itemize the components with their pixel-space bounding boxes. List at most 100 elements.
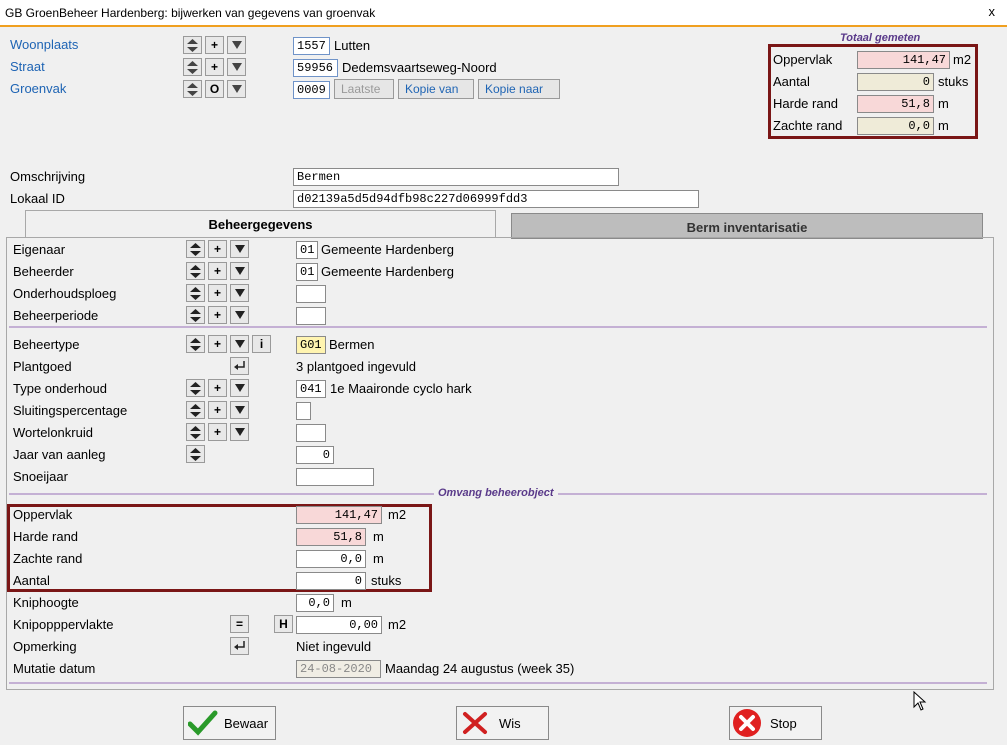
beheerder-code-field[interactable]: 01: [296, 263, 318, 281]
eigenaar-code-field[interactable]: 01: [296, 241, 318, 259]
sluitingspercentage-label: Sluitingspercentage: [13, 403, 128, 418]
groenvak-label[interactable]: Groenvak: [10, 81, 66, 96]
omvang-harde-rand-value[interactable]: 51,8: [296, 528, 366, 546]
omvang-zachte-rand-value[interactable]: 0,0: [296, 550, 366, 568]
tab-berm-inventarisatie[interactable]: Berm inventarisatie: [511, 213, 983, 239]
plus-icon: +: [213, 403, 221, 417]
wortelonkruid-dropdown-button[interactable]: [230, 423, 249, 441]
jaar-van-aanleg-spin-button[interactable]: [186, 445, 205, 463]
laatste-button[interactable]: Laatste: [334, 79, 394, 99]
x-cross-icon: [463, 712, 487, 734]
omvang-oppervlak-value[interactable]: 141,47: [296, 506, 382, 524]
omvang-aantal-value[interactable]: 0: [296, 572, 366, 590]
wortelonkruid-spin-button[interactable]: [186, 423, 205, 441]
onderhoudsploeg-spin-button[interactable]: [186, 284, 205, 302]
straat-code-field[interactable]: 59956: [293, 59, 338, 77]
wis-button[interactable]: Wis: [456, 706, 549, 740]
type-onderhoud-dropdown-button[interactable]: [230, 379, 249, 397]
beheergegevens-panel: [6, 237, 994, 690]
groenvak-code-field[interactable]: 0009: [293, 81, 330, 99]
kopie-naar-button[interactable]: Kopie naar: [478, 79, 560, 99]
groenvak-spin-button[interactable]: [183, 80, 202, 98]
straat-label[interactable]: Straat: [10, 59, 45, 74]
type-onderhoud-code-field[interactable]: 041: [296, 380, 326, 398]
totaal-oppervlak-unit: m2: [953, 52, 972, 67]
eigenaar-spin-button[interactable]: [186, 240, 205, 258]
woonplaats-code-field[interactable]: 1557: [293, 37, 330, 55]
beheerperiode-spin-button[interactable]: [186, 306, 205, 324]
beheerperiode-input[interactable]: [296, 307, 326, 325]
lokaal-id-label: Lokaal ID: [10, 191, 65, 206]
knipoppervlakte-input[interactable]: 0,00: [296, 616, 382, 634]
beheerder-dropdown-button[interactable]: [230, 262, 249, 280]
beheerperiode-dropdown-button[interactable]: [230, 306, 249, 324]
totaal-oppervlak-value: 141,47: [857, 51, 950, 69]
sluitingspercentage-input[interactable]: [296, 402, 311, 420]
stop-button[interactable]: Stop: [729, 706, 822, 740]
triangle-down-icon: [234, 384, 245, 392]
omvang-harde-rand-unit: m: [373, 529, 384, 544]
woonplaats-dropdown-button[interactable]: [227, 36, 246, 54]
beheerder-add-button[interactable]: +: [208, 262, 227, 280]
beheertype-add-button[interactable]: +: [208, 335, 227, 353]
kniphoogte-unit: m: [341, 595, 352, 610]
omvang-aantal-label: Aantal: [13, 573, 50, 588]
sluitingspercentage-spin-button[interactable]: [186, 401, 205, 419]
wortelonkruid-input[interactable]: [296, 424, 326, 442]
tab-beheergegevens[interactable]: Beheergegevens: [25, 210, 496, 238]
jaar-van-aanleg-input[interactable]: 0: [296, 446, 334, 464]
stop-icon: [733, 709, 761, 737]
lokaal-id-input[interactable]: d02139a5d5d94dfb98c227d06999fdd3: [293, 190, 699, 208]
onderhoudsploeg-dropdown-button[interactable]: [230, 284, 249, 302]
opmerking-label: Opmerking: [13, 639, 77, 654]
groenvak-dropdown-button[interactable]: [227, 80, 246, 98]
mutatie-datum-field: 24-08-2020: [296, 660, 381, 678]
totaal-zachte-rand-unit: m: [938, 118, 949, 133]
triangle-down-icon: [231, 63, 242, 71]
up-down-icon: [190, 264, 201, 278]
jaar-van-aanleg-label: Jaar van aanleg: [13, 447, 106, 462]
knipoppervlakte-equals-button[interactable]: =: [230, 615, 249, 633]
omvang-zachte-rand-unit: m: [373, 551, 384, 566]
wis-label: Wis: [499, 715, 521, 731]
totaal-harde-rand-label: Harde rand: [773, 96, 839, 111]
snoeijaar-label: Snoeijaar: [13, 469, 68, 484]
kniphoogte-input[interactable]: 0,0: [296, 594, 334, 612]
totaal-oppervlak-label: Oppervlak: [773, 52, 833, 67]
onderhoudsploeg-input[interactable]: [296, 285, 326, 303]
straat-spin-button[interactable]: [183, 58, 202, 76]
kopie-van-button[interactable]: Kopie van: [398, 79, 474, 99]
wortelonkruid-add-button[interactable]: +: [208, 423, 227, 441]
beheertype-spin-button[interactable]: [186, 335, 205, 353]
knipoppervlakte-h-button[interactable]: H: [274, 615, 293, 633]
woonplaats-spin-button[interactable]: [183, 36, 202, 54]
opmerking-enter-button[interactable]: [230, 637, 249, 655]
sluitingspercentage-add-button[interactable]: +: [208, 401, 227, 419]
triangle-down-icon: [234, 245, 245, 253]
onderhoudsploeg-add-button[interactable]: +: [208, 284, 227, 302]
beheertype-info-button[interactable]: i: [252, 335, 271, 353]
up-down-icon: [190, 425, 201, 439]
woonplaats-add-button[interactable]: +: [205, 36, 224, 54]
woonplaats-label[interactable]: Woonplaats: [10, 37, 78, 52]
eigenaar-add-button[interactable]: +: [208, 240, 227, 258]
omschrijving-input[interactable]: Bermen: [293, 168, 619, 186]
beheertype-code-field[interactable]: G01: [296, 336, 326, 354]
straat-dropdown-button[interactable]: [227, 58, 246, 76]
close-icon[interactable]: x: [989, 4, 996, 19]
sluitingspercentage-dropdown-button[interactable]: [230, 401, 249, 419]
totaal-harde-rand-unit: m: [938, 96, 949, 111]
beheerperiode-add-button[interactable]: +: [208, 306, 227, 324]
beheertype-dropdown-button[interactable]: [230, 335, 249, 353]
type-onderhoud-spin-button[interactable]: [186, 379, 205, 397]
beheerder-spin-button[interactable]: [186, 262, 205, 280]
bewaar-button[interactable]: Bewaar: [183, 706, 276, 740]
snoeijaar-input[interactable]: [296, 468, 374, 486]
groenvak-open-button[interactable]: O: [205, 80, 224, 98]
straat-add-button[interactable]: +: [205, 58, 224, 76]
up-down-icon: [187, 82, 198, 96]
plantgoed-enter-button[interactable]: [230, 357, 249, 375]
eigenaar-dropdown-button[interactable]: [230, 240, 249, 258]
plus-icon: +: [213, 242, 221, 256]
type-onderhoud-add-button[interactable]: +: [208, 379, 227, 397]
